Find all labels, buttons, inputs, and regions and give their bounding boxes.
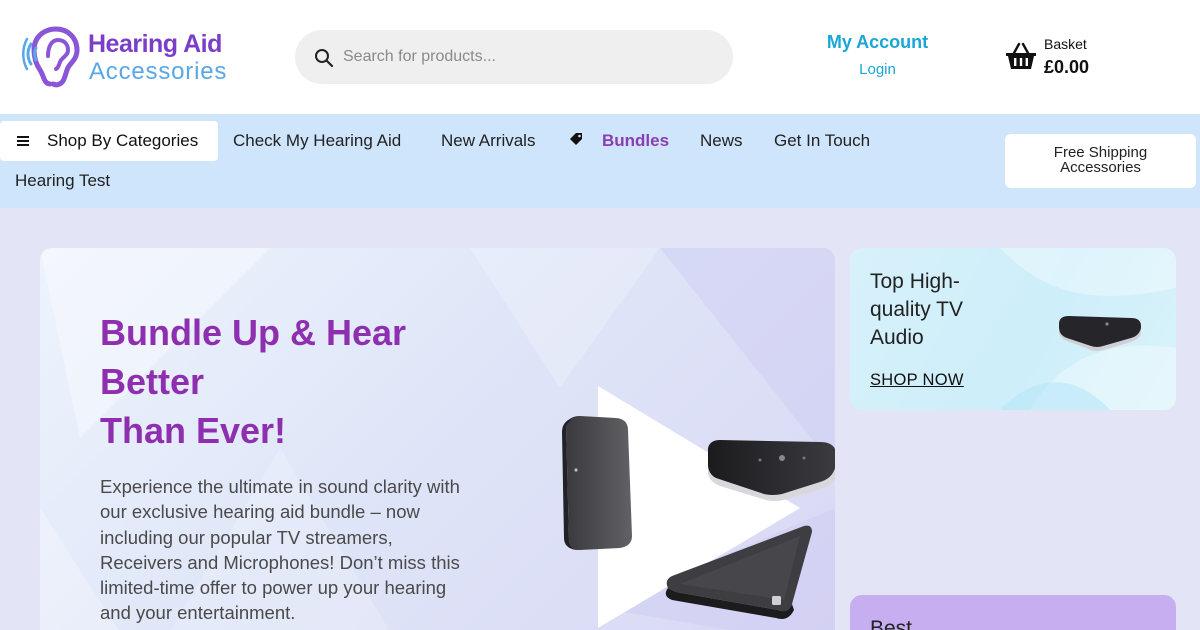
logo-name-line2: Accessories (89, 58, 228, 85)
basket-total: £0.00 (1044, 57, 1090, 77)
search-input[interactable] (343, 30, 713, 84)
hero-title: Bundle Up & Hear Better Than Ever! (100, 308, 480, 455)
tag-icon (570, 133, 582, 145)
basket-button[interactable]: Basket £0.00 (1005, 34, 1125, 80)
promo-card-tv-audio[interactable]: Top High-quality TV Audio SHOP NOW (850, 248, 1176, 410)
my-account-link[interactable]: My Account (805, 32, 950, 53)
hero-description: Experience the ultimate in sound clarity… (100, 476, 460, 624)
nav-link-new-arrivals[interactable]: New Arrivals (441, 131, 535, 151)
tv-streamer-image (1059, 316, 1141, 351)
shipping-line2: Accessories (1060, 159, 1141, 176)
promo-tv-title: Top High-quality TV Audio (870, 270, 963, 349)
ear-logo-icon (22, 26, 80, 88)
nav-link-news[interactable]: News (700, 131, 743, 151)
promo-card-best[interactable]: Best (850, 595, 1176, 630)
logo-name-line1: Hearing Aid (88, 30, 222, 58)
main-navigation: Shop By Categories Check My Hearing Aid … (0, 114, 1200, 208)
hero-title-line1: Bundle Up & Hear (100, 312, 407, 353)
basket-label: Basket (1044, 36, 1087, 52)
shop-by-categories-button[interactable]: Shop By Categories (0, 121, 218, 161)
basket-icon (1006, 42, 1036, 69)
hero-banner[interactable]: Bundle Up & Hear Better Than Ever! Exper… (40, 248, 835, 630)
nav-link-hearing-test[interactable]: Hearing Test (15, 171, 110, 191)
hero-title-line3: Than Ever! (100, 410, 287, 451)
login-link[interactable]: Login (805, 61, 950, 78)
search-icon[interactable] (314, 48, 334, 68)
hero-title-line2: Better (100, 361, 205, 402)
site-logo[interactable]: Hearing Aid Accessories (22, 26, 252, 90)
nav-link-bundles[interactable]: Bundles (602, 131, 669, 151)
site-header: Hearing Aid Accessories My Account Login… (0, 0, 1200, 114)
account-block: My Account Login (805, 32, 950, 78)
nav-link-check-my-hearing-aid[interactable]: Check My Hearing Aid (233, 131, 401, 151)
categories-label: Shop By Categories (47, 131, 199, 150)
promo-best-title: Best (870, 617, 913, 630)
hamburger-menu-icon (17, 136, 29, 146)
free-shipping-badge[interactable]: Free Shipping Accessories (1005, 134, 1196, 188)
shop-now-link[interactable]: SHOP NOW (870, 371, 964, 390)
bundle-products-image (562, 386, 835, 628)
search-bar (295, 30, 733, 84)
shipping-line1: Free Shipping (1053, 144, 1148, 161)
nav-link-get-in-touch[interactable]: Get In Touch (774, 131, 870, 151)
